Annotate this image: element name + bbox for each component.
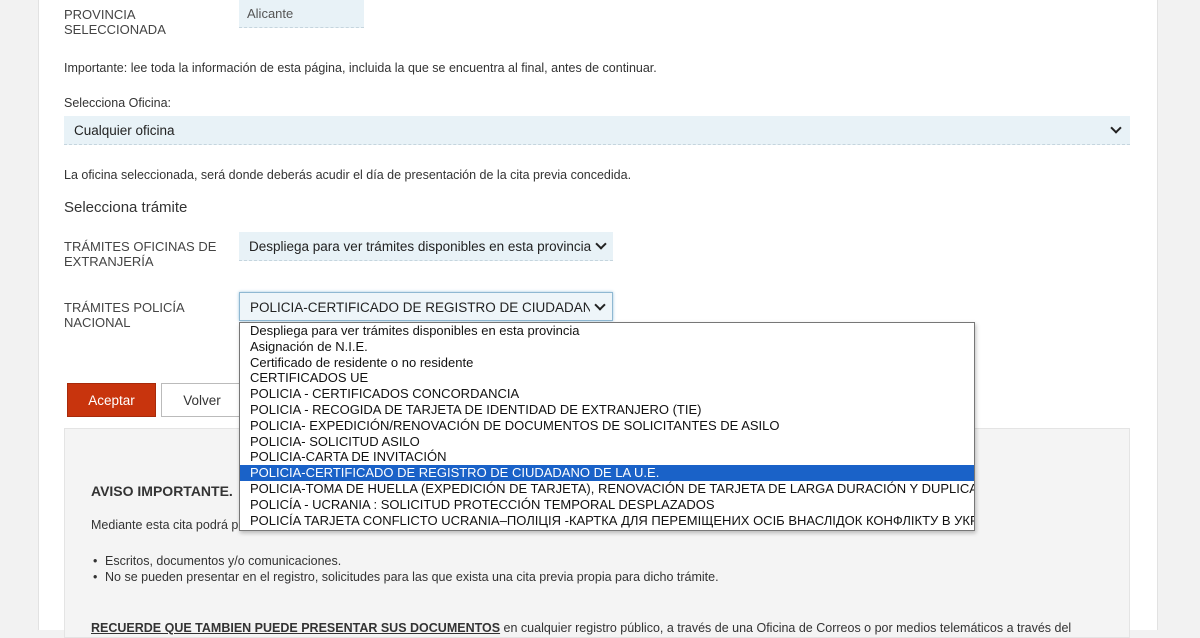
notice-footer: RECUERDE QUE TAMBIEN PUEDE PRESENTAR SUS… xyxy=(91,621,1071,635)
notice-footer-bold: RECUERDE QUE TAMBIEN PUEDE PRESENTAR SUS… xyxy=(91,621,501,635)
dropdown-option[interactable]: Certificado de residente o no residente xyxy=(240,355,974,371)
policia-label: TRÁMITES POLICÍA NACIONAL xyxy=(64,300,185,330)
dropdown-option[interactable]: POLICIA - RECOGIDA DE TARJETA DE IDENTID… xyxy=(240,402,974,418)
chevron-down-icon xyxy=(594,299,606,311)
policia-dropdown-list[interactable]: Despliega para ver trámites disponibles … xyxy=(239,322,975,531)
dropdown-option[interactable]: Asignación de N.I.E. xyxy=(240,339,974,355)
dropdown-option[interactable]: POLICIA - CERTIFICADOS CONCORDANCIA xyxy=(240,386,974,402)
province-label: PROVINCIA SELECCIONADA xyxy=(64,7,166,37)
office-label: Selecciona Oficina: xyxy=(64,96,172,110)
list-item: No se pueden presentar en el registro, s… xyxy=(91,569,719,585)
chevron-down-icon xyxy=(1110,122,1122,134)
extranjeria-label: TRÁMITES OFICINAS DE EXTRANJERÍA xyxy=(64,239,217,269)
important-note: Importante: lee toda la información de e… xyxy=(64,61,657,75)
policia-select-value: POLICIA-CERTIFICADO DE REGISTRO DE CIUDA… xyxy=(250,300,590,315)
notice-footer-rest: en cualquier registro público, a través … xyxy=(500,621,1072,635)
dropdown-option[interactable]: Despliega para ver trámites disponibles … xyxy=(240,323,974,339)
extranjeria-select-value: Despliega para ver trámites disponibles … xyxy=(249,239,592,254)
notice-intro: Mediante esta cita podrá p xyxy=(91,518,239,532)
procedure-heading: Selecciona trámite xyxy=(64,199,188,216)
notice-bullet-list: Escritos, documentos y/o comunicaciones.… xyxy=(91,553,719,585)
extranjeria-select[interactable]: Despliega para ver trámites disponibles … xyxy=(239,232,613,261)
back-button[interactable]: Volver xyxy=(161,383,243,417)
province-value: Alicante xyxy=(239,0,364,28)
policia-select[interactable]: POLICIA-CERTIFICADO DE REGISTRO DE CIUDA… xyxy=(239,292,613,321)
list-item: Escritos, documentos y/o comunicaciones. xyxy=(91,553,719,569)
dropdown-option[interactable]: POLICIA- SOLICITUD ASILO xyxy=(240,434,974,450)
dropdown-option[interactable]: POLICIA-TOMA DE HUELLA (EXPEDICIÓN DE TA… xyxy=(240,481,974,497)
chevron-down-icon xyxy=(595,238,607,250)
dropdown-option[interactable]: POLICIA- EXPEDICIÓN/RENOVACIÓN DE DOCUME… xyxy=(240,418,974,434)
office-help-text: La oficina seleccionada, será donde debe… xyxy=(64,168,632,182)
dropdown-option[interactable]: POLICÍA TARJETA CONFLICTO UCRANIA–ПОЛІЦІ… xyxy=(240,513,974,529)
office-select-value: Cualquier oficina xyxy=(74,123,175,138)
dropdown-option[interactable]: CERTIFICADOS UE xyxy=(240,370,974,386)
office-select[interactable]: Cualquier oficina xyxy=(64,116,1130,145)
notice-title: AVISO IMPORTANTE. xyxy=(91,483,233,499)
dropdown-option[interactable]: POLICIA-CERTIFICADO DE REGISTRO DE CIUDA… xyxy=(240,465,974,481)
dropdown-option[interactable]: POLICÍA - UCRANIA : SOLICITUD PROTECCIÓN… xyxy=(240,497,974,513)
accept-button[interactable]: Aceptar xyxy=(67,383,156,417)
dropdown-option[interactable]: POLICIA-CARTA DE INVITACIÓN xyxy=(240,449,974,465)
